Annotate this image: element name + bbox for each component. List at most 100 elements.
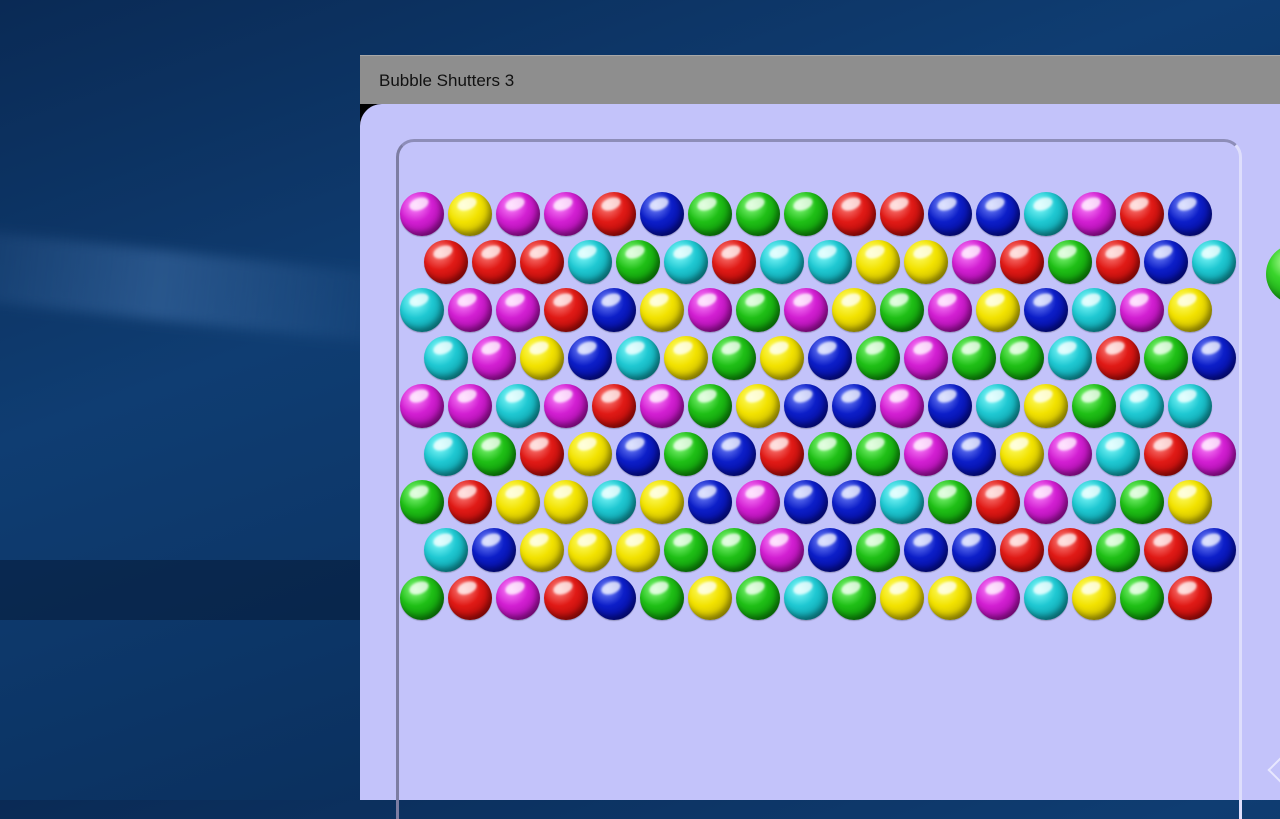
green-bubble (928, 480, 972, 524)
blue-bubble (592, 576, 636, 620)
blue-bubble (784, 480, 828, 524)
game-board[interactable] (360, 104, 1280, 819)
green-bubble (1120, 576, 1164, 620)
green-bubble (712, 336, 756, 380)
blue-bubble (1168, 192, 1212, 236)
yellow-bubble (1024, 384, 1068, 428)
blue-bubble (808, 528, 852, 572)
cyan-bubble (1024, 192, 1068, 236)
magenta-bubble (784, 288, 828, 332)
cyan-bubble (568, 240, 612, 284)
cyan-bubble (760, 240, 804, 284)
blue-bubble (640, 192, 684, 236)
red-bubble (880, 192, 924, 236)
yellow-bubble (1168, 480, 1212, 524)
green-bubble (664, 528, 708, 572)
blue-bubble (832, 480, 876, 524)
cyan-bubble (880, 480, 924, 524)
magenta-bubble (1024, 480, 1068, 524)
green-bubble (664, 432, 708, 476)
game-window: Bubble Shutters 3 (360, 55, 1280, 819)
magenta-bubble (496, 576, 540, 620)
cyan-bubble (1048, 336, 1092, 380)
yellow-bubble (760, 336, 804, 380)
green-bubble (1000, 336, 1044, 380)
blue-bubble (1192, 528, 1236, 572)
blue-bubble (592, 288, 636, 332)
red-bubble (1048, 528, 1092, 572)
yellow-bubble (856, 240, 900, 284)
yellow-bubble (544, 480, 588, 524)
title-bar[interactable]: Bubble Shutters 3 (360, 55, 1280, 104)
green-bubble (856, 432, 900, 476)
blue-bubble (1144, 240, 1188, 284)
red-bubble (1000, 240, 1044, 284)
red-bubble (760, 432, 804, 476)
cyan-bubble (1168, 384, 1212, 428)
cyan-bubble (424, 432, 468, 476)
magenta-bubble (904, 432, 948, 476)
red-bubble (448, 480, 492, 524)
blue-bubble (472, 528, 516, 572)
yellow-bubble (664, 336, 708, 380)
red-bubble (1144, 528, 1188, 572)
yellow-bubble (1168, 288, 1212, 332)
yellow-bubble (928, 576, 972, 620)
green-bubble (784, 192, 828, 236)
red-bubble (520, 240, 564, 284)
magenta-bubble (496, 192, 540, 236)
cyan-bubble (1096, 432, 1140, 476)
yellow-bubble (520, 336, 564, 380)
red-bubble (544, 288, 588, 332)
red-bubble (832, 192, 876, 236)
cyan-bubble (400, 288, 444, 332)
red-bubble (1096, 336, 1140, 380)
green-bubble (1144, 336, 1188, 380)
cyan-bubble (1072, 480, 1116, 524)
desktop-wallpaper-band (0, 560, 360, 620)
cyan-bubble (784, 576, 828, 620)
magenta-bubble (904, 336, 948, 380)
green-bubble (640, 576, 684, 620)
magenta-bubble (400, 384, 444, 428)
blue-bubble (1192, 336, 1236, 380)
red-bubble (544, 576, 588, 620)
bubble-grid (360, 104, 1280, 800)
green-bubble (1048, 240, 1092, 284)
yellow-bubble (640, 288, 684, 332)
yellow-bubble (640, 480, 684, 524)
red-bubble (712, 240, 756, 284)
yellow-bubble (448, 192, 492, 236)
green-bubble (688, 384, 732, 428)
window-title: Bubble Shutters 3 (379, 71, 515, 90)
magenta-bubble (496, 288, 540, 332)
yellow-bubble (1000, 432, 1044, 476)
magenta-bubble (1072, 192, 1116, 236)
yellow-bubble (520, 528, 564, 572)
cyan-bubble (496, 384, 540, 428)
blue-bubble (808, 336, 852, 380)
yellow-bubble (568, 432, 612, 476)
yellow-bubble (688, 576, 732, 620)
blue-bubble (928, 384, 972, 428)
red-bubble (976, 480, 1020, 524)
magenta-bubble (928, 288, 972, 332)
yellow-bubble (880, 576, 924, 620)
yellow-bubble (568, 528, 612, 572)
magenta-bubble (688, 288, 732, 332)
red-bubble (448, 576, 492, 620)
green-bubble (736, 288, 780, 332)
green-bubble (952, 336, 996, 380)
cyan-bubble (616, 336, 660, 380)
cyan-bubble (1072, 288, 1116, 332)
magenta-bubble (976, 576, 1020, 620)
magenta-bubble (1120, 288, 1164, 332)
green-bubble (880, 288, 924, 332)
cyan-bubble (808, 240, 852, 284)
green-bubble (712, 528, 756, 572)
magenta-bubble (448, 384, 492, 428)
blue-bubble (904, 528, 948, 572)
desktop-wallpaper-streak (0, 223, 423, 347)
yellow-bubble (1072, 576, 1116, 620)
blue-bubble (568, 336, 612, 380)
